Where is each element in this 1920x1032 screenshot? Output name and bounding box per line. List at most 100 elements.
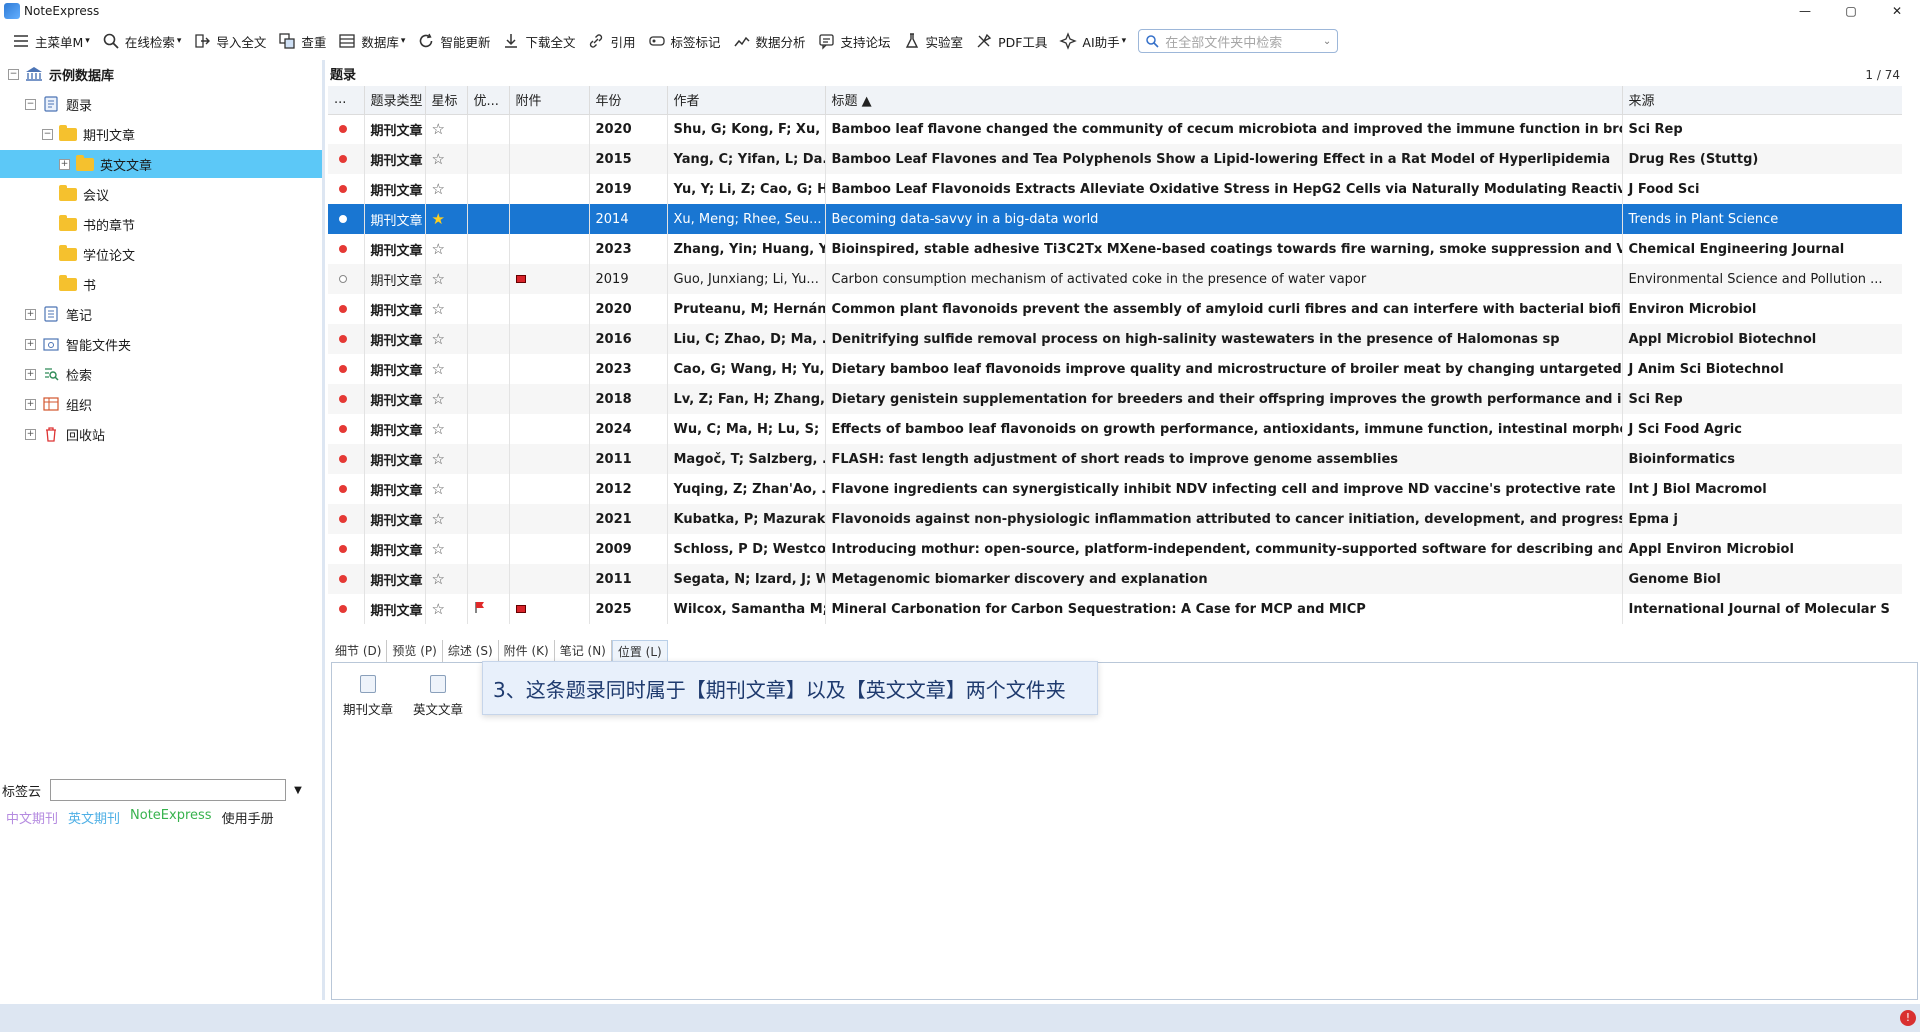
toolbar-button-database[interactable]: 数据库 ▾	[332, 28, 411, 54]
star-outline-icon[interactable]: ☆	[432, 600, 445, 618]
toolbar-button-search[interactable]: 在线检索 ▾	[96, 28, 188, 54]
read-status-icon[interactable]	[339, 394, 347, 403]
tree-item-journal-articles[interactable]: − 期刊文章	[0, 120, 322, 148]
attachment-cell[interactable]	[509, 384, 590, 414]
tab-notes[interactable]: 笔记 (N)	[555, 640, 612, 662]
tree-item-books[interactable]: 书	[0, 270, 322, 298]
table-row[interactable]: 期刊文章 ☆ 2011 Segata, N; Izard, J; W Metagenom…	[328, 564, 1902, 594]
table-row[interactable]: 期刊文章 ☆ 2016 Liu, C; Zhao, D; Ma, ... Denitri…	[328, 324, 1902, 354]
tab-attachments[interactable]: 附件 (K)	[499, 640, 555, 662]
table-row[interactable]: 期刊文章 ☆ 2019 Guo, Junxiang; Li, Yu... Carbon …	[328, 264, 1902, 294]
tab-preview[interactable]: 预览 (P)	[387, 640, 443, 662]
read-status-icon[interactable]	[339, 334, 347, 343]
table-row[interactable]: 期刊文章 ☆ 2011 Magoč, T; Salzberg, ... FLASH: f…	[328, 444, 1902, 474]
tree-item-search[interactable]: + 检索	[0, 360, 322, 388]
search-input[interactable]: 在全部文件夹中检索 ⌄	[1138, 29, 1339, 53]
attachment-cell[interactable]	[509, 594, 590, 624]
star-cell[interactable]: ☆	[425, 594, 468, 624]
priority-cell[interactable]	[467, 234, 510, 264]
star-cell[interactable]: ☆	[425, 504, 468, 534]
tree-item-english-articles[interactable]: + 英文文章	[0, 150, 322, 178]
priority-cell[interactable]	[467, 144, 510, 174]
priority-cell[interactable]	[467, 384, 510, 414]
column-header-title[interactable]: 标题 ▲	[825, 86, 1623, 115]
attachment-cell[interactable]	[509, 174, 590, 204]
priority-cell[interactable]	[467, 414, 510, 444]
attachment-cell[interactable]	[509, 234, 590, 264]
priority-cell[interactable]	[467, 504, 510, 534]
column-header-read[interactable]: ...	[328, 86, 365, 115]
attachment-icon[interactable]	[515, 274, 526, 283]
tree-item-conference[interactable]: 会议	[0, 180, 322, 208]
collapse-icon[interactable]: −	[8, 68, 19, 80]
star-outline-icon[interactable]: ☆	[432, 300, 445, 318]
expand-icon[interactable]: +	[25, 428, 36, 440]
column-header-priority[interactable]: 优...	[467, 86, 510, 115]
star-cell[interactable]: ☆	[425, 354, 468, 384]
error-badge-icon[interactable]: !	[1900, 1010, 1916, 1026]
table-row[interactable]: 期刊文章 ☆ 2025 Wilcox, Samantha M; Mineral Carb…	[328, 594, 1902, 624]
priority-cell[interactable]	[467, 594, 510, 624]
star-filled-icon[interactable]: ★	[432, 210, 445, 228]
table-row[interactable]: 期刊文章 ☆ 2015 Yang, C; Yifan, L; Da... Bamboo …	[328, 144, 1902, 174]
star-outline-icon[interactable]: ☆	[432, 150, 445, 168]
read-status-cell[interactable]	[328, 204, 365, 234]
table-row[interactable]: 期刊文章 ☆ 2023 Cao, G; Wang, H; Yu, Dietary bam…	[328, 354, 1902, 384]
tree-item-organize[interactable]: + 组织	[0, 390, 322, 418]
collapse-icon[interactable]: −	[25, 98, 36, 110]
read-status-icon[interactable]	[339, 244, 347, 253]
star-cell[interactable]: ☆	[425, 174, 468, 204]
star-cell[interactable]: ☆	[425, 474, 468, 504]
expand-icon[interactable]: +	[25, 368, 36, 380]
read-status-cell[interactable]	[328, 144, 365, 174]
toolbar-button-ai[interactable]: AI助手 ▾	[1053, 28, 1132, 54]
star-outline-icon[interactable]: ☆	[432, 540, 445, 558]
star-outline-icon[interactable]: ☆	[432, 570, 445, 588]
read-status-cell[interactable]	[328, 504, 365, 534]
tag-link[interactable]: 英文期刊	[68, 808, 120, 827]
table-row[interactable]: 期刊文章 ☆ 2009 Schloss, P D; Westco. Introducin…	[328, 534, 1902, 564]
expand-icon[interactable]: +	[25, 308, 36, 320]
star-outline-icon[interactable]: ☆	[432, 450, 445, 468]
column-header-source[interactable]: 来源	[1622, 86, 1902, 115]
tab-abstract[interactable]: 综述 (S)	[443, 640, 499, 662]
tag-link[interactable]: 使用手册	[222, 808, 274, 827]
table-row[interactable]: 期刊文章 ☆ 2012 Yuqing, Z; Zhan'Ao, ... Flavone …	[328, 474, 1902, 504]
star-cell[interactable]: ☆	[425, 564, 468, 594]
collapse-icon[interactable]: −	[42, 128, 53, 140]
column-header-authors[interactable]: 作者	[667, 86, 826, 115]
star-cell[interactable]: ★	[425, 204, 468, 234]
tree-item-notes[interactable]: + 笔记	[0, 300, 322, 328]
read-status-cell[interactable]	[328, 354, 365, 384]
star-cell[interactable]: ☆	[425, 384, 468, 414]
read-status-cell[interactable]	[328, 474, 365, 504]
attachment-cell[interactable]	[509, 534, 590, 564]
star-cell[interactable]: ☆	[425, 294, 468, 324]
star-cell[interactable]: ☆	[425, 264, 468, 294]
attachment-cell[interactable]	[509, 444, 590, 474]
star-outline-icon[interactable]: ☆	[432, 270, 445, 288]
attachment-icon[interactable]	[515, 604, 526, 613]
expand-icon[interactable]: +	[59, 158, 70, 170]
star-outline-icon[interactable]: ☆	[432, 420, 445, 438]
tree-item-smart-folders[interactable]: + 智能文件夹	[0, 330, 322, 358]
toolbar-button-menu[interactable]: 主菜单M ▾	[6, 28, 96, 54]
priority-cell[interactable]	[467, 354, 510, 384]
toolbar-button-refresh[interactable]: 智能更新	[411, 28, 496, 54]
read-status-icon[interactable]	[339, 184, 347, 193]
read-status-icon[interactable]	[339, 304, 347, 313]
read-status-cell[interactable]	[328, 264, 365, 294]
read-status-icon[interactable]	[339, 424, 347, 433]
table-row[interactable]: 期刊文章 ☆ 2020 Shu, G; Kong, F; Xu, ... Bamboo …	[328, 114, 1902, 144]
tree-item-theses[interactable]: 学位论文	[0, 240, 322, 268]
expand-icon[interactable]: +	[25, 398, 36, 410]
tree-root-database[interactable]: − 示例数据库	[0, 60, 322, 88]
expand-icon[interactable]: +	[25, 338, 36, 350]
table-row[interactable]: 期刊文章 ☆ 2023 Zhang, Yin; Huang, Y. Bioinspire…	[328, 234, 1902, 264]
star-outline-icon[interactable]: ☆	[432, 180, 445, 198]
star-outline-icon[interactable]: ☆	[432, 510, 445, 528]
table-row[interactable]: 期刊文章 ★ 2014 Xu, Meng; Rhee, Seu... Becoming …	[328, 204, 1902, 234]
table-row[interactable]: 期刊文章 ☆ 2020 Pruteanu, M; Hernán Common plant…	[328, 294, 1902, 324]
chevron-down-icon[interactable]: ⌄	[1323, 36, 1331, 47]
read-status-cell[interactable]	[328, 174, 365, 204]
